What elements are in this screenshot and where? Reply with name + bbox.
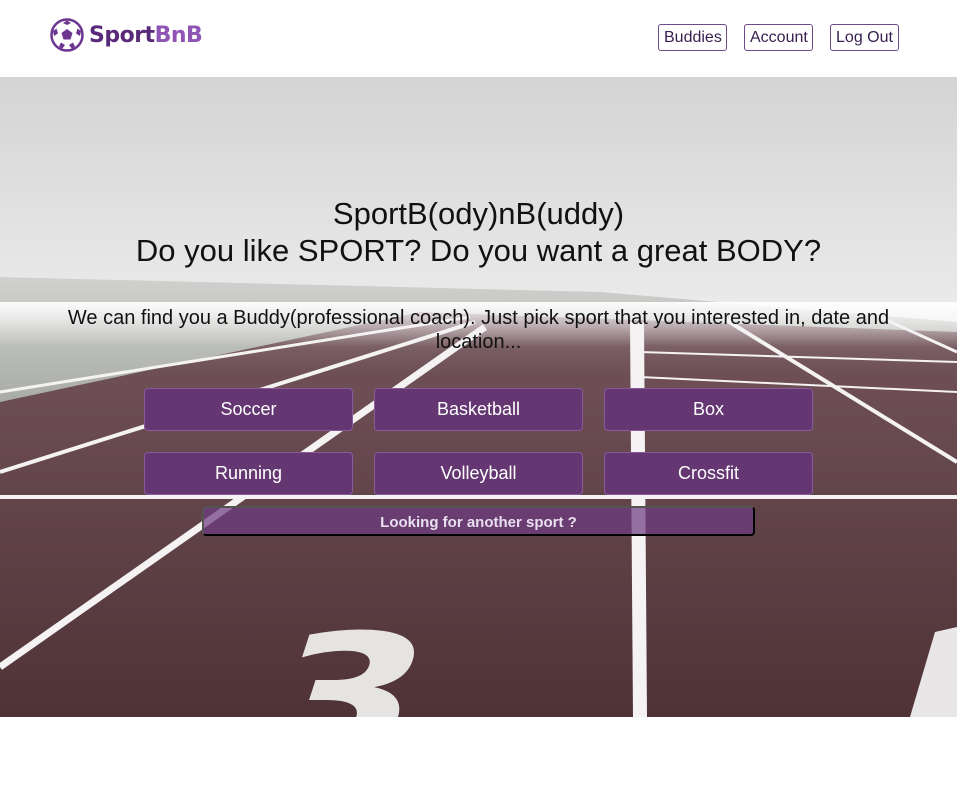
brand-name: SportBnB [89, 22, 203, 48]
buddies-button[interactable]: Buddies [658, 24, 727, 51]
sport-button-soccer[interactable]: Soccer [144, 388, 353, 431]
hero-title-line2: Do you like SPORT? Do you want a great B… [135, 233, 822, 268]
brand-name-part2: BnB [154, 22, 203, 48]
hero-title-line1: SportB(ody)nB(uddy) [332, 196, 625, 231]
hero-title: SportB(ody)nB(uddy) Do you like SPORT? D… [0, 195, 957, 269]
hero-section: 3 SportB(ody)nB(uddy) Do you like SPORT?… [0, 77, 957, 717]
sport-button-crossfit[interactable]: Crossfit [604, 452, 813, 495]
soccer-ball-icon [50, 18, 84, 52]
sport-button-box[interactable]: Box [604, 388, 813, 431]
sport-button-basketball[interactable]: Basketball [374, 388, 583, 431]
sport-button-volleyball[interactable]: Volleyball [374, 452, 583, 495]
brand-logo[interactable]: SportBnB [50, 18, 203, 52]
navbar: SportBnB Buddies Account Log Out [0, 0, 957, 77]
logout-button[interactable]: Log Out [830, 24, 899, 51]
account-button[interactable]: Account [744, 24, 813, 51]
hero-subtitle: We can find you a Buddy(professional coa… [67, 307, 890, 353]
another-sport-button[interactable]: Looking for another sport ? [202, 506, 755, 536]
sport-button-running[interactable]: Running [144, 452, 353, 495]
brand-name-part1: Sport [89, 22, 155, 48]
